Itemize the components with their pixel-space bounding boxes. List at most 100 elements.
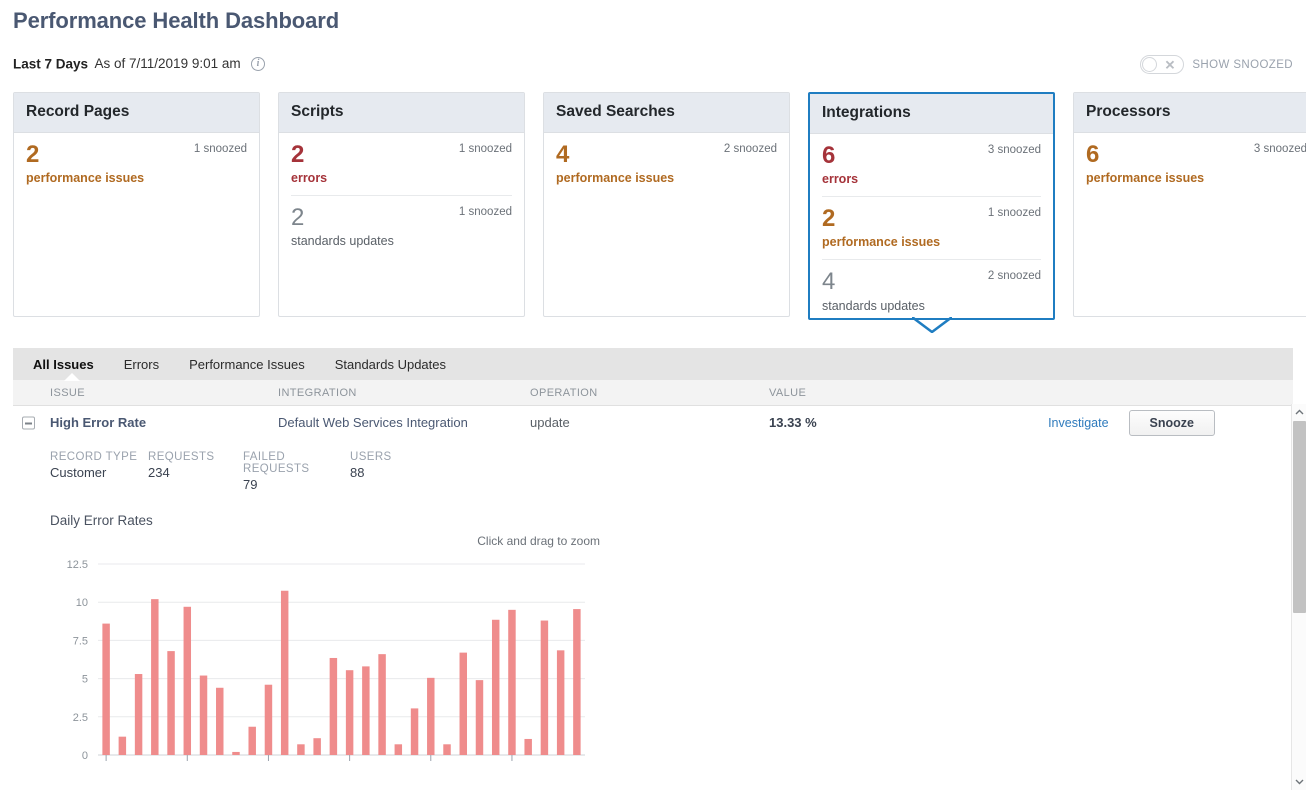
card-body: 3 snoozed 6 performance issues	[1074, 133, 1306, 316]
chart-bar[interactable]	[411, 708, 418, 755]
field-requests: REQUESTS 234	[148, 451, 243, 492]
metric-errors[interactable]: 1 snoozed 2 errors	[291, 133, 512, 195]
chart-bar[interactable]	[200, 676, 207, 755]
chart-bar[interactable]	[460, 653, 467, 755]
chart-bar[interactable]	[248, 727, 255, 755]
show-snoozed-control[interactable]: ✕ SHOW SNOOZED	[1140, 55, 1293, 74]
card-processors[interactable]: Processors 3 snoozed 6 performance issue…	[1073, 92, 1306, 317]
chart-bar[interactable]	[508, 610, 515, 755]
metric-label: errors	[822, 172, 1041, 186]
card-title: Processors	[1074, 93, 1306, 133]
card-scripts[interactable]: Scripts 1 snoozed 2 errors 1 snoozed 2 s…	[278, 92, 525, 317]
scroll-up-arrow-icon[interactable]	[1292, 404, 1306, 420]
chart-bar[interactable]	[232, 752, 239, 755]
tab-standards-updates[interactable]: Standards Updates	[333, 357, 448, 372]
card-body: 2 snoozed 4 performance issues	[544, 133, 789, 316]
investigate-link[interactable]: Investigate	[1048, 416, 1108, 430]
metric-standards-updates[interactable]: 1 snoozed 2 standards updates	[291, 195, 512, 258]
chart-bar[interactable]	[216, 688, 223, 755]
snoozed-count: 1 snoozed	[194, 143, 247, 155]
field-value: 79	[243, 477, 350, 492]
dashboard-page: Performance Health Dashboard Last 7 Days…	[0, 0, 1306, 790]
page-title: Performance Health Dashboard	[13, 8, 339, 34]
metric-errors[interactable]: 3 snoozed 6 errors	[822, 134, 1041, 196]
chart-bar[interactable]	[330, 658, 337, 755]
collapse-row-icon[interactable]	[22, 416, 35, 429]
metric-standards-updates[interactable]: 2 snoozed 4 standards updates	[822, 259, 1041, 322]
card-integrations[interactable]: Integrations 3 snoozed 6 errors 1 snooze…	[808, 92, 1055, 320]
info-icon[interactable]: i	[251, 57, 265, 71]
chart-zoom-hint: Click and drag to zoom	[477, 534, 600, 548]
metric-label: performance issues	[822, 235, 1041, 249]
show-snoozed-toggle[interactable]: ✕	[1140, 55, 1184, 74]
chart-bar[interactable]	[557, 650, 564, 755]
table-row[interactable]: High Error Rate Default Web Services Int…	[13, 406, 1293, 439]
as-of-label: As of 7/11/2019 9:01 am	[95, 56, 241, 71]
card-saved-searches[interactable]: Saved Searches 2 snoozed 4 performance i…	[543, 92, 790, 317]
column-header-integration[interactable]: INTEGRATION	[278, 387, 530, 399]
chart-bar[interactable]	[573, 609, 580, 755]
chart-bar[interactable]	[102, 624, 109, 755]
field-label: RECORD TYPE	[50, 451, 148, 463]
daily-error-rates-chart[interactable]: Click and drag to zoom 02.557.51012.5	[50, 534, 610, 779]
table-header: ISSUE INTEGRATION OPERATION VALUE	[13, 380, 1293, 406]
vertical-scrollbar[interactable]	[1291, 404, 1306, 790]
active-tab-caret-icon	[64, 373, 80, 381]
cell-integration: Default Web Services Integration	[278, 415, 530, 430]
tab-errors[interactable]: Errors	[122, 357, 161, 372]
metric-performance-issues[interactable]: 2 snoozed 4 performance issues	[556, 133, 777, 195]
scrollbar-thumb[interactable]	[1293, 421, 1306, 613]
tab-performance-issues[interactable]: Performance Issues	[187, 357, 307, 372]
chart-svg[interactable]: 02.557.51012.5	[50, 552, 610, 777]
metric-label: performance issues	[26, 171, 247, 185]
chart-bar[interactable]	[151, 599, 158, 755]
chart-bar[interactable]	[362, 666, 369, 755]
chart-bar[interactable]	[184, 607, 191, 755]
chart-bar[interactable]	[167, 651, 174, 755]
chart-bar[interactable]	[378, 654, 385, 755]
snooze-button[interactable]: Snooze	[1129, 410, 1215, 436]
issues-panel: All Issues Errors Performance Issues Sta…	[13, 348, 1293, 779]
chart-bar[interactable]	[395, 744, 402, 755]
chart-bar[interactable]	[313, 738, 320, 755]
card-title: Integrations	[810, 94, 1053, 134]
metric-performance-issues[interactable]: 1 snoozed 2 performance issues	[822, 196, 1041, 259]
card-title: Scripts	[279, 93, 524, 133]
chart-bar[interactable]	[135, 674, 142, 755]
chart-bar[interactable]	[265, 685, 272, 755]
summary-cards: Record Pages 1 snoozed 2 performance iss…	[13, 92, 1306, 320]
card-body: 1 snoozed 2 errors 1 snoozed 2 standards…	[279, 133, 524, 316]
metric-performance-issues[interactable]: 3 snoozed 6 performance issues	[1086, 133, 1306, 195]
metric-label: standards updates	[822, 299, 1041, 313]
column-header-issue[interactable]: ISSUE	[13, 387, 278, 399]
tab-all-issues[interactable]: All Issues	[31, 357, 96, 372]
field-users: USERS 88	[350, 451, 450, 492]
field-value: 234	[148, 465, 243, 480]
card-record-pages[interactable]: Record Pages 1 snoozed 2 performance iss…	[13, 92, 260, 317]
chart-heading: Daily Error Rates	[50, 513, 1293, 528]
chart-bar[interactable]	[443, 744, 450, 755]
metric-label: performance issues	[1086, 171, 1306, 185]
chart-bar[interactable]	[346, 670, 353, 755]
chart-bar[interactable]	[492, 620, 499, 755]
field-label: REQUESTS	[148, 451, 243, 463]
field-label: FAILED REQUESTS	[243, 451, 350, 475]
metric-performance-issues[interactable]: 1 snoozed 2 performance issues	[26, 133, 247, 195]
chart-bar[interactable]	[427, 678, 434, 755]
chart-bar[interactable]	[281, 591, 288, 755]
cell-operation: update	[530, 415, 769, 430]
scroll-down-arrow-icon[interactable]	[1292, 774, 1306, 790]
x-icon: ✕	[1164, 58, 1175, 71]
card-body: 1 snoozed 2 performance issues	[14, 133, 259, 316]
snoozed-count: 1 snoozed	[988, 207, 1041, 219]
toggle-knob	[1142, 57, 1157, 72]
chart-bar[interactable]	[524, 739, 531, 755]
column-header-operation[interactable]: OPERATION	[530, 387, 769, 399]
chart-bar[interactable]	[297, 744, 304, 755]
chart-bar[interactable]	[476, 680, 483, 755]
field-label: USERS	[350, 451, 450, 463]
chart-bar[interactable]	[541, 621, 548, 755]
svg-text:5: 5	[82, 674, 88, 686]
column-header-value[interactable]: VALUE	[769, 387, 1293, 399]
chart-bar[interactable]	[119, 737, 126, 755]
